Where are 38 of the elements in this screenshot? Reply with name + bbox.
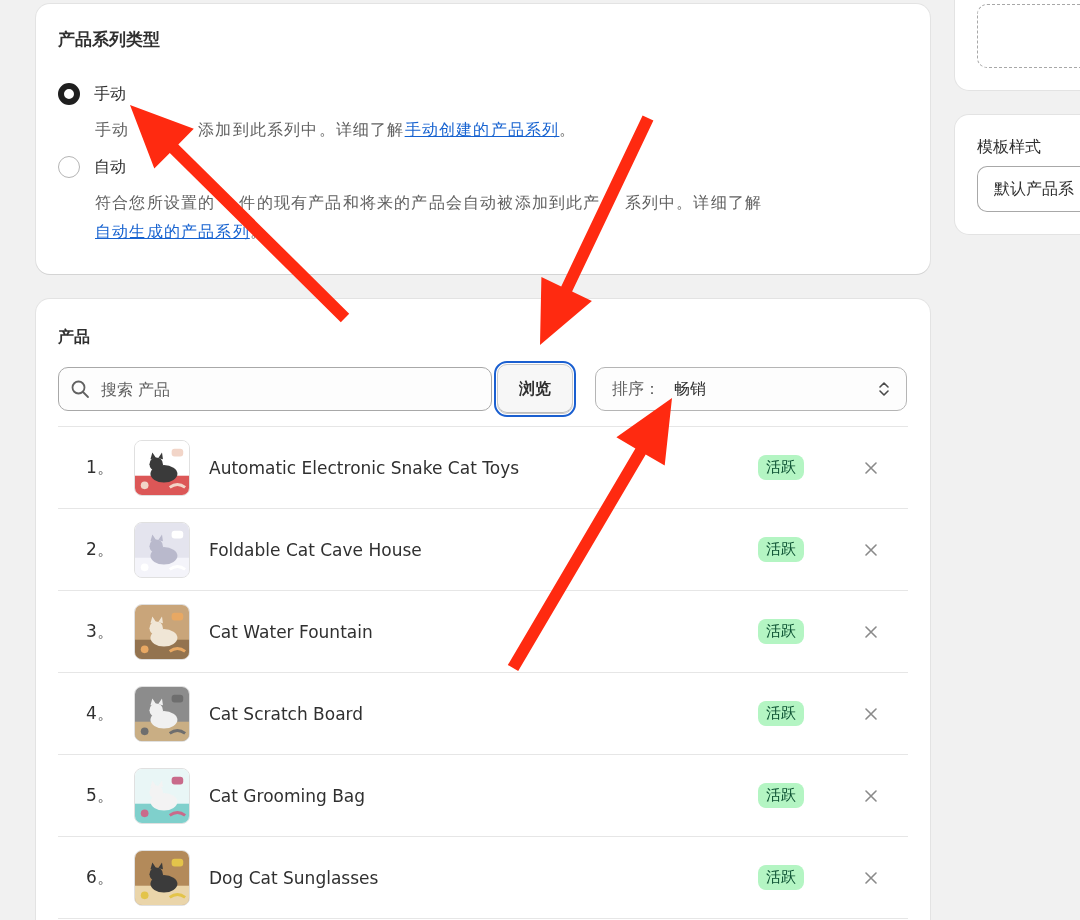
row-number: 3。 bbox=[85, 620, 115, 643]
status-badge: 活跃 bbox=[758, 619, 804, 644]
product-name[interactable]: Cat Scratch Board bbox=[209, 703, 758, 724]
close-icon[interactable] bbox=[865, 789, 877, 802]
section-title: 产品 bbox=[58, 327, 91, 348]
sort-select[interactable]: 排序： 畅销 bbox=[595, 367, 907, 411]
row-number: 2。 bbox=[85, 538, 115, 561]
status-badge: 活跃 bbox=[758, 783, 804, 808]
section-title: 模板样式 bbox=[977, 137, 1042, 158]
row-number: 6。 bbox=[85, 866, 115, 889]
row-number: 4。 bbox=[85, 702, 115, 725]
product-name[interactable]: Cat Water Fountain bbox=[209, 621, 758, 642]
close-icon[interactable] bbox=[865, 871, 877, 884]
option-label: 自动 bbox=[94, 156, 126, 178]
close-icon[interactable] bbox=[865, 625, 877, 638]
product-name[interactable]: Foldable Cat Cave House bbox=[209, 539, 758, 560]
close-icon[interactable] bbox=[865, 543, 877, 556]
product-name[interactable]: Automatic Electronic Snake Cat Toys bbox=[209, 457, 758, 478]
product-name[interactable]: Cat Grooming Bag bbox=[209, 785, 758, 806]
close-icon[interactable] bbox=[865, 707, 877, 720]
radio-button[interactable] bbox=[58, 156, 80, 178]
close-icon[interactable] bbox=[865, 461, 877, 474]
browse-button[interactable]: 浏览 bbox=[497, 364, 573, 414]
row-number: 5。 bbox=[85, 784, 115, 807]
status-badge: 活跃 bbox=[758, 865, 804, 890]
radio-button[interactable] bbox=[58, 83, 80, 105]
search-field[interactable]: 搜索 产品 bbox=[58, 367, 492, 411]
status-badge: 活跃 bbox=[758, 455, 804, 480]
option-description: 手动 添加到此系列中。详细了解手动创建的产品系列。 bbox=[95, 119, 578, 141]
section-title: 产品系列类型 bbox=[58, 28, 161, 51]
help-link[interactable]: 手动创建的产品系列 bbox=[404, 120, 560, 139]
row-number: 1。 bbox=[85, 456, 115, 479]
option-label: 手动 bbox=[94, 83, 126, 105]
template-select[interactable]: 默认产品系 bbox=[977, 166, 1080, 212]
status-badge: 活跃 bbox=[758, 537, 804, 562]
status-badge: 活跃 bbox=[758, 701, 804, 726]
product-name[interactable]: Dog Cat Sunglasses bbox=[209, 867, 758, 888]
chevron-icon bbox=[878, 380, 890, 398]
